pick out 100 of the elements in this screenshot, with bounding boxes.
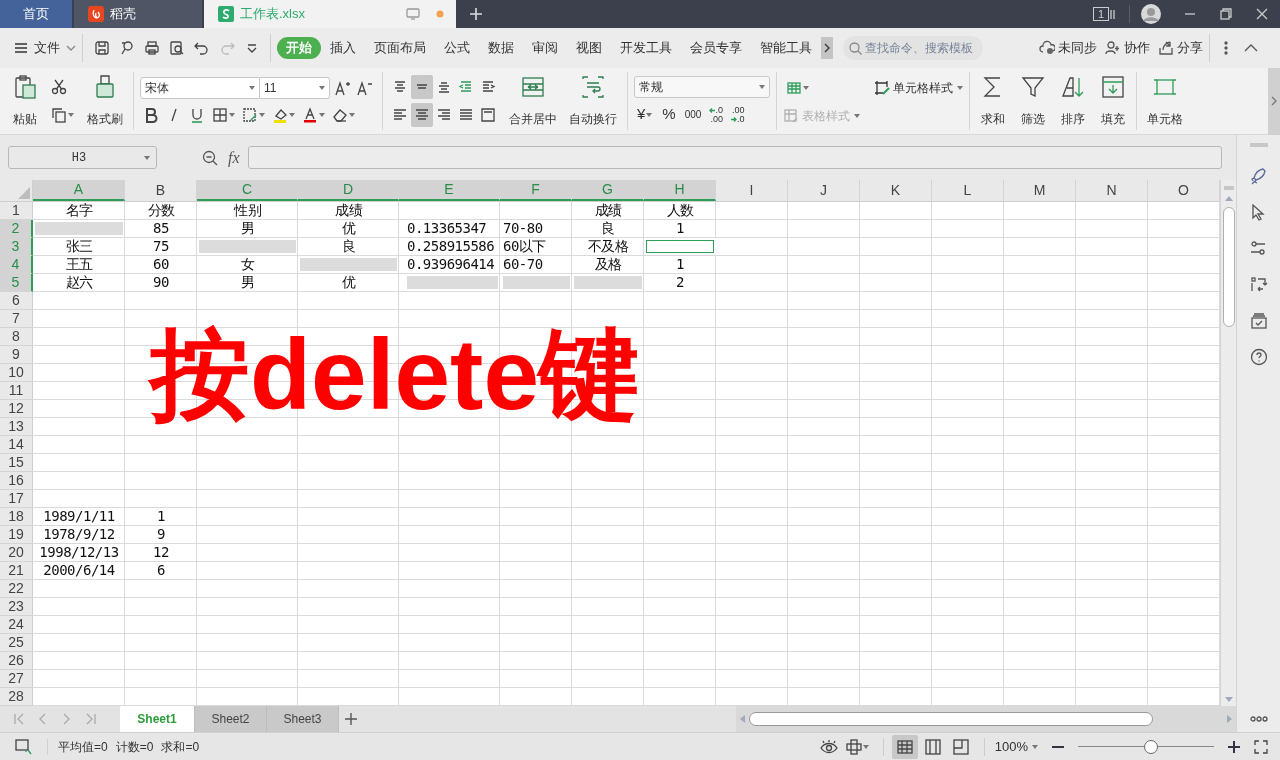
sheet-tab[interactable]: Sheet2 xyxy=(195,706,267,732)
row-header[interactable]: 6 xyxy=(0,292,33,310)
row-header[interactable]: 8 xyxy=(0,328,33,346)
table-cell[interactable]: 成绩 xyxy=(298,202,399,219)
table-cell[interactable]: 60 xyxy=(125,256,197,273)
table-cell[interactable]: 男 xyxy=(197,220,298,237)
filter-button[interactable]: 筛选 xyxy=(1016,74,1050,128)
table-cell[interactable]: 优 xyxy=(298,220,399,237)
align-middle-button[interactable] xyxy=(411,75,433,99)
format-painter-button[interactable]: 格式刷 xyxy=(83,74,127,128)
table-cell[interactable] xyxy=(197,238,298,255)
search-field[interactable]: 查找命令、搜索模板 xyxy=(843,36,983,60)
function-label[interactable]: fx xyxy=(228,145,240,170)
ribbon-tab[interactable]: 公式 xyxy=(435,37,479,59)
table-cell[interactable]: 王五 xyxy=(33,256,125,273)
sheet-tab[interactable]: Sheet1 xyxy=(120,706,195,732)
font-select[interactable]: 宋体 xyxy=(140,76,260,99)
percent-button[interactable]: % xyxy=(659,103,679,126)
table-cell[interactable]: 1978/9/12 xyxy=(33,526,125,543)
merge-center-button[interactable]: 合并居中 xyxy=(505,74,561,128)
row-header[interactable]: 9 xyxy=(0,346,33,364)
table-cell[interactable]: 张三 xyxy=(33,238,125,255)
table-cell[interactable]: 9 xyxy=(125,526,197,543)
sum-button[interactable]: 求和 xyxy=(976,74,1010,128)
table-cell[interactable]: 分数 xyxy=(125,202,197,219)
increase-decimal-button[interactable]: .0 .00 xyxy=(707,105,725,124)
table-cell[interactable]: 及格 xyxy=(572,256,644,273)
ribbon-tab[interactable]: 视图 xyxy=(567,37,611,59)
normal-view-button[interactable] xyxy=(891,734,918,759)
row-header[interactable]: 20 xyxy=(0,544,33,562)
window-count-button[interactable]: 1 xyxy=(1092,0,1115,28)
cell-style-button[interactable]: 单元格样式 xyxy=(874,79,963,97)
column-header[interactable]: L xyxy=(932,180,1004,201)
table-cell[interactable]: 0.939696414 xyxy=(399,256,500,273)
ribbon-tab[interactable]: 页面布局 xyxy=(365,37,435,59)
decrease-decimal-button[interactable]: .00 .0 xyxy=(728,105,747,124)
table-cell[interactable]: 12 xyxy=(125,544,197,561)
wrap-text-button[interactable]: 自动换行 xyxy=(565,74,621,128)
table-cell[interactable]: 1 xyxy=(125,508,197,525)
table-cell[interactable]: 男 xyxy=(197,274,298,291)
ribbon-tab[interactable]: 会员专享 xyxy=(681,37,751,59)
paste-button[interactable]: 粘贴 xyxy=(8,74,42,128)
column-header[interactable]: N xyxy=(1076,180,1148,201)
zoom-in-button[interactable] xyxy=(1228,740,1240,753)
sheet-tab[interactable]: Sheet3 xyxy=(267,706,339,732)
table-cell[interactable] xyxy=(500,274,572,291)
file-menu-button[interactable]: 文件 xyxy=(14,38,76,58)
document-tab[interactable]: 稻壳 xyxy=(74,0,202,28)
table-cell[interactable]: 0.13365347 xyxy=(399,220,500,237)
table-cell[interactable]: 85 xyxy=(125,220,197,237)
sort-button[interactable]: 排序 xyxy=(1056,74,1090,128)
row-header[interactable]: 23 xyxy=(0,598,33,616)
fullscreen-button[interactable] xyxy=(1254,739,1268,754)
row-header[interactable]: 28 xyxy=(0,688,33,706)
table-cell[interactable]: 75 xyxy=(125,238,197,255)
currency-button[interactable]: ¥ xyxy=(634,103,656,126)
formula-field[interactable] xyxy=(247,146,1222,169)
more-button[interactable] xyxy=(1249,716,1268,722)
document-tab[interactable]: 首页 xyxy=(0,0,72,28)
row-header[interactable]: 10 xyxy=(0,364,33,382)
table-cell[interactable]: 2000/6/14 xyxy=(33,562,125,579)
table-cell[interactable]: 1 xyxy=(644,256,716,273)
row-header[interactable]: 24 xyxy=(0,616,33,634)
zoom-out-button[interactable] xyxy=(1052,744,1064,749)
table-cell[interactable] xyxy=(644,238,716,255)
column-header[interactable]: I xyxy=(716,180,788,201)
more-tabs-button[interactable] xyxy=(821,37,833,59)
row-header[interactable]: 13 xyxy=(0,418,33,436)
vertical-scrollbar-thumb[interactable] xyxy=(1222,207,1235,327)
row-header[interactable]: 22 xyxy=(0,580,33,598)
table-cell[interactable]: 0.258915586 xyxy=(399,238,500,255)
row-header[interactable]: 17 xyxy=(0,490,33,508)
row-header[interactable]: 18 xyxy=(0,508,33,526)
row-header[interactable]: 1 xyxy=(0,202,33,220)
zoom-slider[interactable] xyxy=(1078,739,1214,754)
sync-status-button[interactable]: 未同步 xyxy=(1039,38,1097,58)
layout-button[interactable] xyxy=(845,738,869,755)
font-size-select[interactable]: 11 xyxy=(260,76,330,99)
row-header[interactable]: 21 xyxy=(0,562,33,580)
table-cell[interactable]: 1998/12/13 xyxy=(33,544,125,561)
table-cell[interactable]: 2 xyxy=(644,274,716,291)
table-cell[interactable]: 60以下 xyxy=(500,238,572,255)
table-cell[interactable]: 性别 xyxy=(197,202,298,219)
table-cell[interactable]: 女 xyxy=(197,256,298,273)
table-cell[interactable]: 不及格 xyxy=(572,238,644,255)
table-cell[interactable]: 赵六 xyxy=(33,274,125,291)
collaborate-button[interactable]: 协作 xyxy=(1105,38,1150,58)
column-header[interactable]: M xyxy=(1004,180,1076,201)
row-header[interactable]: 7 xyxy=(0,310,33,328)
share-button[interactable]: 分享 xyxy=(1158,38,1203,58)
column-header[interactable]: K xyxy=(860,180,932,201)
ribbon-tab[interactable]: 插入 xyxy=(321,37,365,59)
ribbon-tab[interactable]: 智能工具 xyxy=(751,37,821,59)
table-cell[interactable]: 1 xyxy=(644,220,716,237)
row-header[interactable]: 16 xyxy=(0,472,33,490)
thousands-separator-button[interactable]: 000 xyxy=(682,109,704,120)
table-cell[interactable]: 90 xyxy=(125,274,197,291)
align-center-button[interactable] xyxy=(411,103,433,127)
row-header[interactable]: 14 xyxy=(0,436,33,454)
ribbon-tab[interactable]: 审阅 xyxy=(523,37,567,59)
